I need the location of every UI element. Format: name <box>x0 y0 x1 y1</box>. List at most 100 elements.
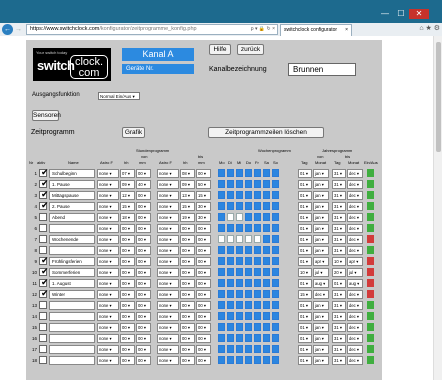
month-from-select[interactable]: jan ▾ <box>313 191 329 200</box>
day-sa-toggle[interactable] <box>263 356 270 364</box>
month-to-select[interactable]: dec ▾ <box>347 224 363 233</box>
day-so-toggle[interactable] <box>272 268 279 276</box>
astro-to-select[interactable]: none ▾ <box>157 235 179 244</box>
on-off-indicator[interactable] <box>367 323 374 331</box>
month-from-select[interactable]: apr ▾ <box>313 257 329 266</box>
minute-to-select[interactable]: 00 ▾ <box>196 301 211 310</box>
day-fr-toggle[interactable] <box>254 290 261 298</box>
row-name-input[interactable] <box>49 224 95 233</box>
day-fr-toggle[interactable] <box>254 180 261 188</box>
minute-from-select[interactable]: 00 ▾ <box>136 323 151 332</box>
row-name-input[interactable] <box>49 301 95 310</box>
day-to-select[interactable]: 31 ▾ <box>332 191 346 200</box>
day-to-select[interactable]: 31 ▾ <box>332 345 346 354</box>
on-off-indicator[interactable] <box>367 246 374 254</box>
row-name-input[interactable]: Mittagspause <box>49 191 95 200</box>
day-to-select[interactable]: 10 ▾ <box>332 257 346 266</box>
astro-from-select[interactable]: none ▾ <box>97 246 119 255</box>
day-fr-toggle[interactable] <box>254 257 261 265</box>
day-from-select[interactable]: 01 ▾ <box>298 356 312 365</box>
day-sa-toggle[interactable] <box>263 213 270 221</box>
close-icon[interactable]: ✕ <box>409 9 429 19</box>
minimize-icon[interactable]: — <box>377 9 393 19</box>
month-from-select[interactable]: jul ▾ <box>313 268 329 277</box>
day-to-select[interactable]: 31 ▾ <box>332 246 346 255</box>
minute-from-select[interactable]: 00 ▾ <box>136 345 151 354</box>
day-from-select[interactable]: 01 ▾ <box>298 235 312 244</box>
toolbar-icons[interactable]: ⌂ ★ ⚙ <box>419 24 440 32</box>
day-do-toggle[interactable] <box>245 290 252 298</box>
day-di-toggle[interactable] <box>227 246 234 254</box>
active-checkbox[interactable]: ✔ <box>39 200 49 210</box>
day-so-toggle[interactable] <box>272 279 279 287</box>
astro-from-select[interactable]: none ▾ <box>97 279 119 288</box>
row-name-input[interactable]: 1. August <box>49 279 95 288</box>
day-to-select[interactable]: 31 ▾ <box>332 356 346 365</box>
day-mi-toggle[interactable] <box>236 180 243 188</box>
minute-to-select[interactable]: 00 ▾ <box>196 279 211 288</box>
minute-from-select[interactable]: 00 ▾ <box>136 334 151 343</box>
day-do-toggle[interactable] <box>245 345 252 353</box>
on-off-indicator[interactable] <box>367 290 374 298</box>
day-so-toggle[interactable] <box>272 301 279 309</box>
row-name-input[interactable]: Schulbeginn <box>49 169 95 178</box>
day-fr-toggle[interactable] <box>254 169 261 177</box>
day-do-toggle[interactable] <box>245 191 252 199</box>
hour-from-select[interactable]: 09 ▾ <box>120 180 135 189</box>
day-fr-toggle[interactable] <box>254 356 261 364</box>
minute-from-select[interactable]: 00 ▾ <box>136 312 151 321</box>
minute-from-select[interactable]: 00 ▾ <box>136 257 151 266</box>
row-name-input[interactable]: Winter <box>49 290 95 299</box>
hour-from-select[interactable]: 00 ▾ <box>120 257 135 266</box>
astro-to-select[interactable]: none ▾ <box>157 345 179 354</box>
active-checkbox[interactable] <box>39 301 47 309</box>
astro-to-select[interactable]: none ▾ <box>157 213 179 222</box>
astro-from-select[interactable]: none ▾ <box>97 323 119 332</box>
astro-from-select[interactable]: none ▾ <box>97 213 119 222</box>
day-to-select[interactable]: 31 ▾ <box>332 235 346 244</box>
month-from-select[interactable]: jan ▾ <box>313 312 329 321</box>
day-from-select[interactable]: 01 ▾ <box>298 202 312 211</box>
sensors-button[interactable]: Sensoren <box>32 110 61 121</box>
astro-to-select[interactable]: none ▾ <box>157 290 179 299</box>
vertical-scrollbar[interactable] <box>433 36 442 380</box>
month-to-select[interactable]: dec ▾ <box>347 180 363 189</box>
row-name-input[interactable]: Wochenende <box>49 235 95 244</box>
day-so-toggle[interactable] <box>272 323 279 331</box>
day-to-select[interactable]: 31 ▾ <box>332 301 346 310</box>
minute-from-select[interactable]: 00 ▾ <box>136 246 151 255</box>
day-mi-toggle[interactable] <box>236 312 243 320</box>
astro-to-select[interactable]: none ▾ <box>157 180 179 189</box>
day-fr-toggle[interactable] <box>254 279 261 287</box>
day-to-select[interactable]: 31 ▾ <box>332 202 346 211</box>
minute-from-select[interactable]: 00 ▾ <box>136 235 151 244</box>
day-sa-toggle[interactable] <box>263 224 270 232</box>
row-name-input[interactable]: 2. Pause <box>49 202 95 211</box>
on-off-indicator[interactable] <box>367 235 374 243</box>
astro-from-select[interactable]: none ▾ <box>97 224 119 233</box>
astro-to-select[interactable]: none ▾ <box>157 279 179 288</box>
day-to-select[interactable]: 31 ▾ <box>332 169 346 178</box>
day-to-select[interactable]: 20 ▾ <box>332 268 346 277</box>
minute-to-select[interactable]: 00 ▾ <box>196 257 211 266</box>
day-to-select[interactable]: 31 ▾ <box>332 323 346 332</box>
minute-to-select[interactable]: 00 ▾ <box>196 235 211 244</box>
day-from-select[interactable]: 01 ▾ <box>298 301 312 310</box>
month-to-select[interactable]: dec ▾ <box>347 290 363 299</box>
row-name-input[interactable]: Frühlingsferien <box>49 257 95 266</box>
day-fr-toggle[interactable] <box>254 312 261 320</box>
day-so-toggle[interactable] <box>272 246 279 254</box>
day-sa-toggle[interactable] <box>263 246 270 254</box>
active-checkbox[interactable]: ✔ <box>39 167 49 177</box>
day-mi-toggle[interactable] <box>236 268 243 276</box>
astro-from-select[interactable]: none ▾ <box>97 202 119 211</box>
day-from-select[interactable]: 01 ▾ <box>298 169 312 178</box>
month-from-select[interactable]: jan ▾ <box>313 213 329 222</box>
day-mi-toggle[interactable] <box>236 169 243 177</box>
hour-to-select[interactable]: 00 ▾ <box>180 246 195 255</box>
on-off-indicator[interactable] <box>367 257 374 265</box>
on-off-indicator[interactable] <box>367 356 374 364</box>
day-di-toggle[interactable] <box>227 312 234 320</box>
month-from-select[interactable]: jan ▾ <box>313 169 329 178</box>
row-name-input[interactable] <box>49 323 95 332</box>
